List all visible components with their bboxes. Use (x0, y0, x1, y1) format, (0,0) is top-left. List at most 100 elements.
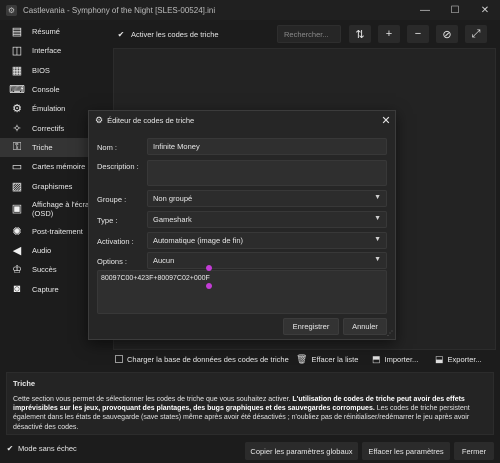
dialog-title: Éditeur de codes de triche (107, 115, 195, 125)
window-icon: ◫ (11, 45, 23, 58)
sidebar-item-label: Cartes mémoire (32, 162, 86, 172)
help-panel: Triche Cette section vous permet de séle… (6, 372, 494, 435)
clear-settings-button[interactable]: Effacer les paramètres (362, 442, 450, 460)
expand-button[interactable]: ⤢ (465, 25, 487, 43)
type-value: Gameshark (153, 215, 192, 224)
group-select[interactable]: Non groupé ▼ (147, 190, 387, 207)
options-label: Options : (97, 257, 128, 266)
export-label: Exporter... (447, 354, 482, 364)
sidebar-item-label: Succès (32, 265, 57, 275)
safe-mode-toggle[interactable]: ✔ Mode sans échec (6, 444, 77, 453)
sidebar-item-console[interactable]: ⌨ Console (0, 80, 113, 99)
sidebar-item-bios[interactable]: ▦ BIOS (0, 61, 113, 80)
cheat-editor-dialog: ⚙ Éditeur de codes de triche ✕ Nom : Inf… (88, 110, 396, 340)
speaker-icon: ◀ (12, 245, 22, 258)
cheat-code-text: 80097C00+423F+80097C02+000F (101, 275, 210, 282)
cheat-code-textarea[interactable]: 80097C00+423F+80097C02+000F (97, 270, 387, 314)
remove-icon: − (414, 28, 422, 40)
display-icon: ▣ (11, 203, 23, 216)
import-label: Importer... (384, 354, 419, 364)
check-icon: ✔ (6, 444, 14, 453)
document-list-icon: ▤ (11, 26, 23, 39)
help-intro: Cette section vous permet de sélectionne… (13, 396, 293, 403)
search-input[interactable]: Rechercher... (277, 25, 341, 43)
options-value: Aucun (153, 256, 175, 265)
sidebar-item-label: Interface (32, 46, 62, 56)
cheats-toolbar: ✔ Activer les codes de triche Rechercher… (113, 22, 496, 46)
trophy-icon: ♔ (12, 264, 22, 277)
safe-mode-label: Mode sans échec (18, 444, 77, 453)
dialog-close-button[interactable]: ✕ (379, 112, 393, 128)
text-cursor-bottom-marker (206, 283, 212, 289)
load-database-label: Charger la base de données des codes de … (127, 354, 289, 364)
save-button[interactable]: Enregistrer (283, 318, 339, 335)
window-controls: — ☐ ✕ (410, 0, 500, 20)
options-select[interactable]: Aucun ▼ (147, 252, 387, 269)
chip-icon: ▦ (11, 64, 23, 77)
clear-list-label: Effacer la liste (311, 354, 359, 364)
sidebar-item-label: Correctifs (32, 123, 65, 133)
console-icon: ⌨ (9, 84, 25, 97)
sidebar-item-label-line2: (OSD) (32, 208, 54, 218)
chevron-down-icon: ▼ (374, 236, 381, 243)
copy-global-settings-button[interactable]: Copier les paramètres globaux (245, 442, 358, 460)
dialog-title-bar: ⚙ Éditeur de codes de triche ✕ (89, 111, 397, 129)
load-database-checkbox[interactable]: Charger la base de données des codes de … (115, 351, 289, 367)
status-bar: ✔ Mode sans échec Copier les paramètres g… (0, 439, 500, 463)
type-select[interactable]: Gameshark ▼ (147, 211, 387, 228)
maximize-button[interactable]: ☐ (440, 0, 470, 20)
resize-grip-icon[interactable]: ⋰ (387, 330, 393, 337)
sparkle-icon: ✧ (12, 122, 22, 135)
clear-list-button[interactable]: 🗑 Effacer la liste (296, 351, 358, 367)
sidebar-item-label: Console (32, 85, 60, 95)
sidebar-item-label: Graphismes (32, 181, 73, 191)
add-button[interactable]: + (378, 25, 400, 43)
sidebar-item-label: Post-traitement (32, 226, 83, 236)
export-icon: ⬓ (435, 353, 444, 364)
sidebar-item-label: Émulation (32, 104, 66, 114)
activation-select[interactable]: Automatique (image de fin) ▼ (147, 232, 387, 249)
title-bar: ⚙ Castlevania - Symphony of the Night [S… (0, 0, 500, 20)
activation-value: Automatique (image de fin) (153, 236, 244, 245)
sidebar-item-resume[interactable]: ▤ Résumé (0, 22, 113, 41)
sidebar-item-interface[interactable]: ◫ Interface (0, 41, 113, 60)
cheat-actions-row: Charger la base de données des codes de … (113, 351, 496, 367)
sidebar-item-label: Triche (32, 142, 53, 152)
cancel-button[interactable]: Annuler (343, 318, 387, 335)
sort-button[interactable]: ⇅ (349, 25, 371, 43)
chevron-down-icon: ▼ (374, 194, 381, 201)
expand-icon: ⤢ (471, 27, 481, 40)
minimize-button[interactable]: — (410, 0, 440, 20)
remove-button[interactable]: − (407, 25, 429, 43)
app-icon: ⚙ (6, 4, 17, 16)
chevron-down-icon: ▼ (374, 215, 381, 222)
import-button[interactable]: ⬒ Importer... (372, 351, 418, 367)
type-label: Type : (97, 216, 118, 225)
chevron-down-icon: ▼ (374, 256, 381, 263)
description-label: Description : (97, 162, 139, 171)
group-label: Groupe : (97, 195, 127, 204)
add-icon: + (385, 28, 393, 40)
cheat-icon: ⚿ (12, 140, 22, 153)
sidebar-item-label: Audio (32, 246, 52, 256)
disable-icon: ⊘ (442, 28, 452, 41)
disable-all-button[interactable]: ⊘ (436, 25, 458, 43)
enable-cheats-label: Activer les codes de triche (131, 29, 219, 39)
description-input[interactable] (147, 160, 387, 186)
camera-icon: ◙ (13, 283, 21, 296)
enable-cheats-checkbox[interactable]: ✔ (117, 30, 125, 39)
sidebar-item-label: BIOS (32, 65, 50, 75)
name-label: Nom : (97, 143, 118, 152)
close-window-button[interactable]: ✕ (470, 0, 500, 20)
import-icon: ⬒ (372, 353, 381, 364)
gear-chip-icon: ⚙ (12, 103, 22, 116)
image-icon: ▨ (11, 180, 23, 193)
memory-card-icon: ▭ (11, 161, 23, 174)
sort-icon: ⇅ (355, 28, 365, 41)
export-button[interactable]: ⬓ Exporter... (435, 351, 482, 367)
group-value: Non groupé (153, 194, 193, 203)
name-input[interactable]: Infinite Money (147, 138, 387, 155)
close-button[interactable]: Fermer (454, 442, 494, 460)
sidebar-item-label: Affichage à l'écra (32, 199, 90, 209)
gear-icon: ⚙ (95, 114, 104, 125)
